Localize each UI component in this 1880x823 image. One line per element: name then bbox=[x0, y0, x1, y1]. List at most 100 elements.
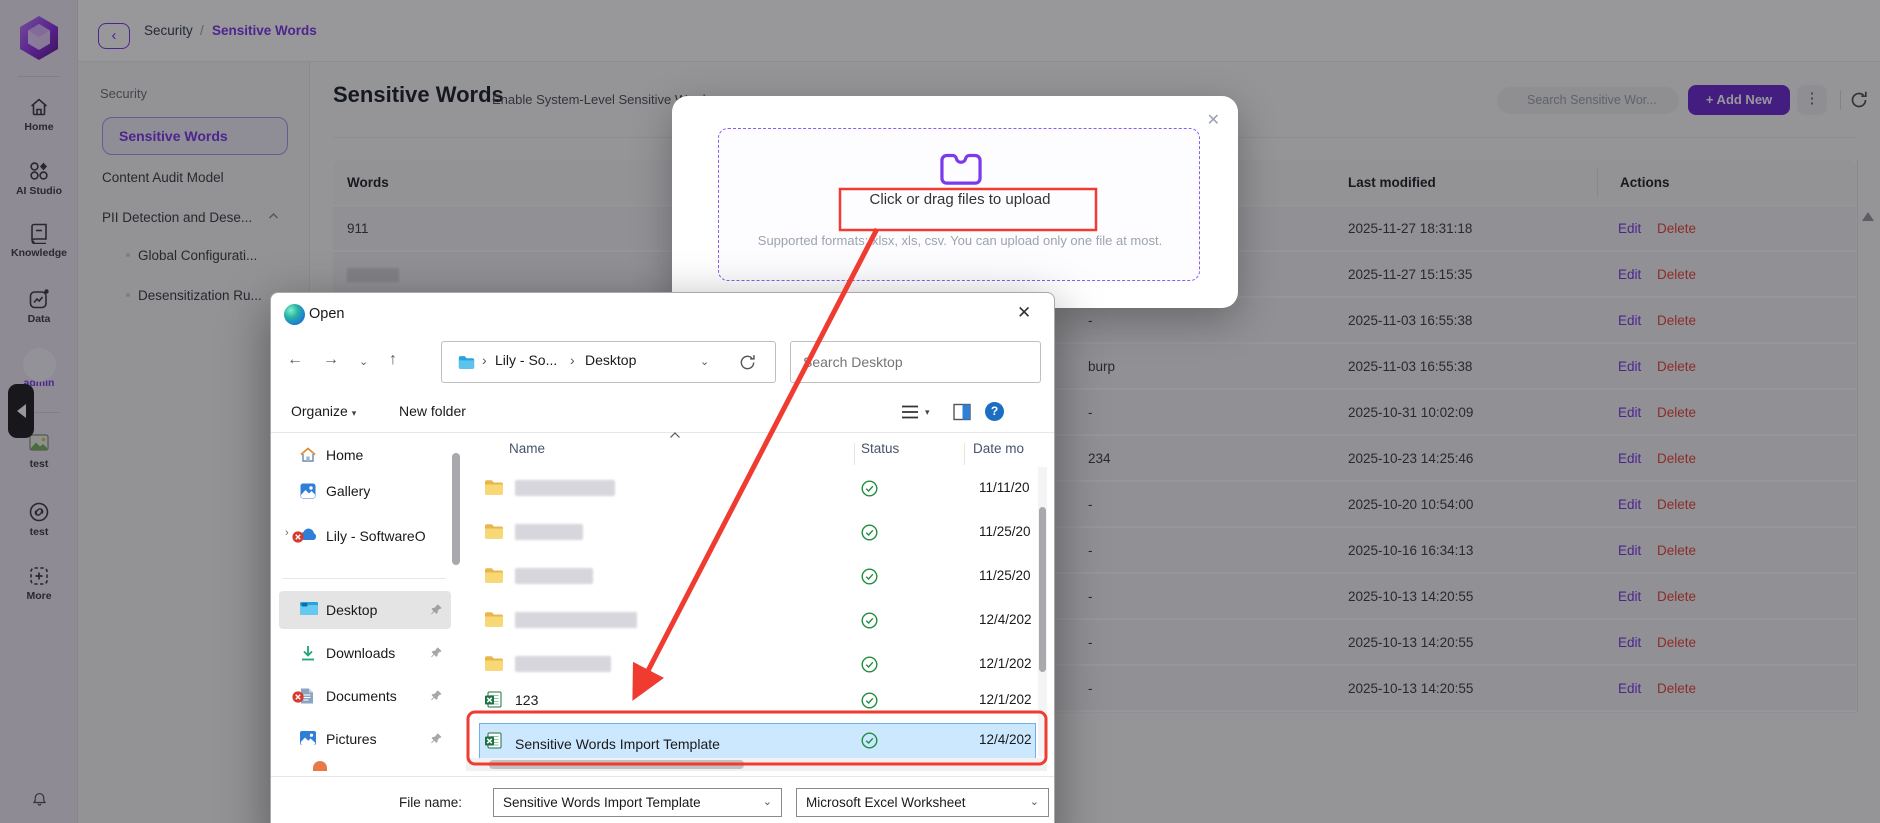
nav-scrollbar-thumb[interactable] bbox=[452, 453, 460, 565]
close-icon[interactable]: ✕ bbox=[1207, 110, 1220, 130]
upload-dropzone[interactable]: Click or drag files to upload Supported … bbox=[718, 128, 1200, 281]
nav-up-icon[interactable]: ↑ bbox=[389, 351, 397, 369]
file-row-folder[interactable]: 12/4/202 bbox=[466, 599, 1036, 643]
redacted-file-name bbox=[515, 568, 593, 584]
onedrive-cloud-icon bbox=[299, 527, 317, 545]
nav-item-pictures[interactable]: Pictures bbox=[279, 720, 451, 758]
file-row-folder[interactable]: 11/25/20 bbox=[466, 511, 1036, 555]
redacted-file-name bbox=[515, 656, 611, 672]
list-view-icon[interactable] bbox=[901, 404, 919, 420]
nav-back-icon[interactable]: ← bbox=[287, 351, 303, 369]
nav-item-label: Lily - SoftwareO bbox=[326, 528, 426, 544]
pin-icon bbox=[430, 646, 443, 659]
nav-item-label: Desktop bbox=[326, 602, 377, 618]
file-row-123[interactable]: 12312/1/202 bbox=[466, 679, 1036, 723]
sync-error-badge bbox=[292, 691, 304, 703]
column-divider bbox=[964, 443, 965, 465]
address-crumb-drive[interactable]: Lily - So... bbox=[495, 352, 557, 368]
folder-icon bbox=[484, 611, 504, 629]
gallery-icon bbox=[299, 482, 317, 500]
search-desktop-input[interactable]: Search Desktop bbox=[790, 341, 1041, 383]
file-row-sensitive-words-import-template[interactable]: Sensitive Words Import Template 12/4/202 bbox=[466, 723, 1036, 759]
file-name: 123 bbox=[515, 692, 538, 708]
import-upload-modal: ✕ Click or drag files to upload Supporte… bbox=[672, 96, 1238, 308]
upload-instruction: Click or drag files to upload bbox=[719, 191, 1201, 208]
pin-icon bbox=[430, 732, 443, 745]
file-name-combobox[interactable]: Sensitive Words Import Template⌄ bbox=[493, 788, 782, 817]
dialog-toolbar: Organize ▾ New folder ▾ ? bbox=[271, 391, 1054, 433]
file-name-row: File name: Sensitive Words Import Templa… bbox=[271, 776, 1054, 823]
file-date: 11/11/20 bbox=[979, 480, 1036, 495]
sync-status-icon bbox=[861, 568, 878, 585]
preview-pane-icon[interactable] bbox=[953, 403, 971, 421]
folder-icon bbox=[484, 479, 504, 497]
folder-icon bbox=[458, 355, 475, 370]
sync-status-icon bbox=[861, 732, 878, 749]
file-type-dropdown[interactable]: Microsoft Excel Worksheet ⌄ bbox=[796, 788, 1049, 817]
chevron-down-icon[interactable]: ⌄ bbox=[1030, 789, 1039, 816]
breadcrumb-chevron: › bbox=[482, 352, 487, 368]
close-icon[interactable]: ✕ bbox=[1017, 303, 1031, 323]
scrollbar-thumb[interactable] bbox=[489, 760, 744, 769]
nav-item-gallery[interactable]: Gallery bbox=[279, 472, 451, 510]
organize-button[interactable]: Organize ▾ bbox=[291, 403, 356, 419]
nav-item-lily-softwareo[interactable]: › Lily - SoftwareO bbox=[279, 517, 451, 555]
nav-forward-icon[interactable]: → bbox=[323, 351, 339, 369]
nav-item-label: Documents bbox=[326, 688, 397, 704]
nav-recent-chevron-icon[interactable]: ⌄ bbox=[359, 355, 368, 368]
nav-item-downloads[interactable]: Downloads bbox=[279, 634, 451, 672]
nav-item-desktop[interactable]: Desktop bbox=[279, 591, 451, 629]
sync-status-icon bbox=[861, 480, 878, 497]
document-icon bbox=[299, 687, 317, 705]
horizontal-scrollbar[interactable] bbox=[466, 758, 1047, 771]
sort-chevron-icon[interactable] bbox=[669, 431, 681, 439]
redacted-file-name bbox=[515, 480, 615, 496]
column-header-name[interactable]: Name bbox=[509, 441, 545, 456]
folder-icon bbox=[484, 523, 504, 541]
file-date: 11/25/20 bbox=[979, 568, 1036, 583]
column-header-status[interactable]: Status bbox=[861, 441, 899, 456]
file-type-value: Microsoft Excel Worksheet bbox=[806, 795, 966, 810]
new-folder-button[interactable]: New folder bbox=[399, 403, 466, 419]
refresh-icon[interactable] bbox=[738, 353, 757, 372]
redacted-file-name bbox=[515, 524, 583, 540]
address-crumb-desktop[interactable]: Desktop bbox=[585, 352, 636, 368]
nav-item-label: Downloads bbox=[326, 645, 395, 661]
file-date: 11/25/20 bbox=[979, 524, 1036, 539]
breadcrumb-chevron: › bbox=[570, 352, 575, 368]
file-name: Sensitive Words Import Template bbox=[515, 736, 720, 752]
folder-icon bbox=[484, 655, 504, 673]
upload-format-hint: Supported formats: xlsx, xls, csv. You c… bbox=[719, 233, 1201, 248]
address-dropdown-chevron-icon[interactable]: ⌄ bbox=[700, 355, 709, 368]
scrollbar-thumb[interactable] bbox=[1039, 507, 1046, 672]
screen: HomeAI StudioKnowledgeDataadmintesttestM… bbox=[0, 0, 1880, 823]
pin-icon bbox=[430, 689, 443, 702]
sync-status-icon bbox=[861, 692, 878, 709]
expand-chevron-icon[interactable]: › bbox=[285, 527, 289, 539]
pin-icon bbox=[430, 732, 443, 745]
home-icon bbox=[299, 446, 317, 464]
help-icon[interactable]: ? bbox=[985, 402, 1004, 421]
file-list-scrollbar[interactable] bbox=[1038, 467, 1047, 757]
file-row-folder[interactable]: 11/25/20 bbox=[466, 555, 1036, 599]
file-row-folder[interactable]: 11/11/20 bbox=[466, 467, 1036, 511]
sync-status-icon bbox=[861, 612, 878, 629]
folder-icon bbox=[484, 567, 504, 585]
file-name-label: File name: bbox=[399, 795, 462, 810]
nav-item-home[interactable]: Home bbox=[279, 436, 451, 474]
chevron-down-icon[interactable]: ⌄ bbox=[763, 789, 772, 816]
excel-file-icon bbox=[484, 691, 504, 709]
sync-status-icon bbox=[861, 656, 878, 673]
pictures-icon bbox=[299, 730, 317, 748]
download-icon bbox=[299, 644, 317, 662]
file-date: 12/4/202 bbox=[979, 732, 1036, 747]
dialog-title: Open bbox=[309, 306, 344, 322]
address-bar[interactable]: › Lily - So... › Desktop ⌄ bbox=[441, 341, 776, 383]
column-header-date[interactable]: Date mo bbox=[973, 441, 1024, 456]
view-dropdown-chevron-icon[interactable]: ▾ bbox=[925, 407, 930, 418]
inbox-upload-icon bbox=[938, 146, 984, 186]
nav-item-documents[interactable]: Documents bbox=[279, 677, 451, 715]
sync-error-badge bbox=[292, 531, 304, 543]
pin-icon bbox=[430, 603, 443, 616]
music-icon-partial[interactable] bbox=[313, 761, 327, 771]
